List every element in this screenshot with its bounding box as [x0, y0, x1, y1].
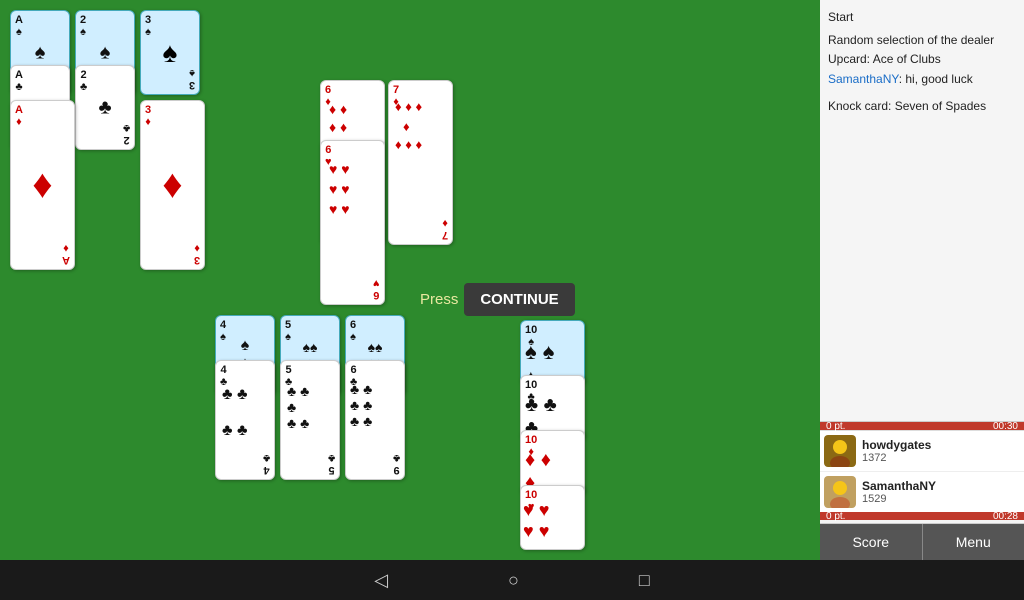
player-row-samantha: SamanthaNY 1529 [820, 471, 1024, 512]
nav-bar: ◁ ○ □ [0, 560, 1024, 600]
player1-score: 1372 [862, 452, 1020, 464]
card-3-spades[interactable]: 3♠ ♠ 3♠ [140, 10, 200, 95]
card-2-clubs[interactable]: 2♣ ♣ 2♣ [75, 65, 135, 150]
card-ace-diamonds[interactable]: A♦ ♦ A♦ [10, 100, 75, 270]
right-buttons: Score Menu [820, 523, 1024, 560]
game-area: A♠ ♠ A♠ 2♠ ♠ 2♠ 3♠ ♠ 3♠ A♣ ♣ [0, 0, 820, 560]
continue-button-area: Press CONTINUE [420, 283, 575, 316]
back-button[interactable]: ◁ [374, 570, 388, 591]
right-panel: Start Random selection of the dealer Upc… [820, 0, 1024, 560]
player2-info: SamanthaNY 1529 [862, 479, 1020, 505]
player1-timer-bar: 00:30 [993, 421, 1018, 432]
player2-avatar [824, 476, 856, 508]
chat-line-upcard: Upcard: Ace of Clubs [828, 50, 1016, 69]
card-7-diamonds-discard[interactable]: 7♦ ♦ ♦ ♦ ♦ ♦ ♦ ♦ 7♦ [388, 80, 453, 245]
player-row-howdygates: howdygates 1372 [820, 430, 1024, 471]
chat-line-random: Random selection of the dealer [828, 31, 1016, 50]
card-10-hearts[interactable]: 10♥ ♥ ♥♥ ♥ [520, 485, 585, 550]
recents-button[interactable]: □ [639, 570, 650, 591]
score-button[interactable]: Score [820, 524, 923, 560]
home-button[interactable]: ○ [508, 570, 519, 591]
chat-line-knock: Knock card: Seven of Spades [828, 97, 1016, 116]
card-4-clubs[interactable]: 4♣ ♣ ♣♣ ♣ 4♣ [215, 360, 275, 480]
chat-line-samantha: SamanthaNY: hi, good luck [828, 70, 1016, 89]
player1-avatar [824, 435, 856, 467]
player1-name: howdygates [862, 438, 1020, 452]
card-3-diamonds[interactable]: 3♦ ♦ 3♦ [140, 100, 205, 270]
player2-name: SamanthaNY [862, 479, 1020, 493]
card-5-clubs[interactable]: 5♣ ♣ ♣♣♣ ♣ 5♣ [280, 360, 340, 480]
player2-timer-bar: 00:28 [993, 511, 1018, 522]
menu-button[interactable]: Menu [923, 524, 1024, 560]
player1-pt-bar: 0 pt. [826, 421, 845, 432]
player2-score: 1529 [862, 493, 1020, 505]
continue-button[interactable]: CONTINUE [464, 283, 574, 316]
bottom-card-area: 4♠ ♠♠ 5♠ ♠♠♠ 6♠ ♠♠♠♠ 4♣ ♣ ♣♣ ♣ 4♣ [215, 315, 715, 545]
card-6-hearts-discard[interactable]: 6♥ ♥ ♥ ♥ ♥ ♥ ♥ 6♥ [320, 140, 385, 305]
player-panels: 0 pt. 00:30 howdygates 1372 [820, 421, 1024, 520]
chat-line-start: Start [828, 8, 1016, 27]
player2-pt-bar: 0 pt. [826, 511, 845, 522]
card-6-clubs[interactable]: 6♣ ♣ ♣♣ ♣♣ ♣ 9♣ [345, 360, 405, 480]
player1-info: howdygates 1372 [862, 438, 1020, 464]
press-label: Press [420, 291, 458, 308]
